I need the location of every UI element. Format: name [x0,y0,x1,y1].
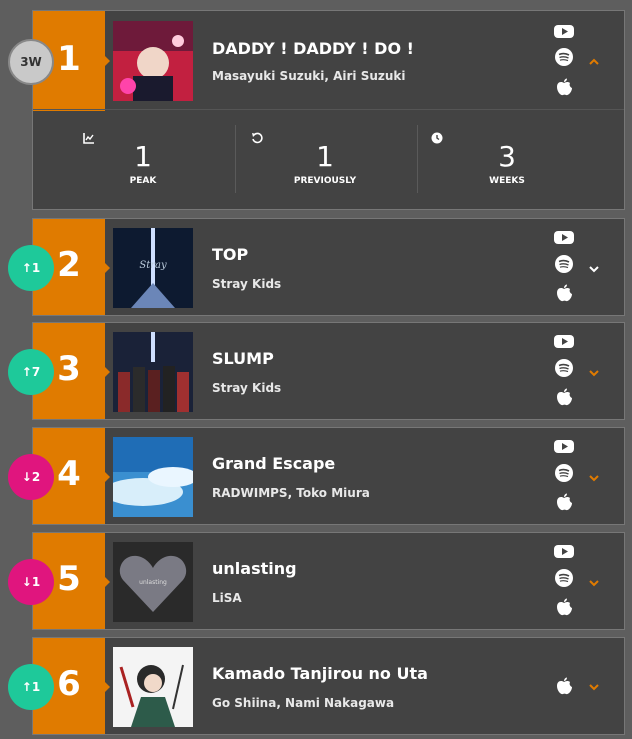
svg-text:Stray: Stray [139,260,167,271]
apple-icon[interactable] [553,676,575,696]
status-badge: ↓1 [8,559,54,605]
youtube-icon[interactable] [553,331,575,351]
song-artist[interactable]: RADWIMPS, Toko Miura [212,486,370,500]
stat-value: 1 [134,140,152,173]
album-cover [113,21,193,101]
song-title[interactable]: Kamado Tanjirou no Uta [212,664,428,683]
chart-entry[interactable]: 1 DADDY ! DADDY ! DO ! Masayuki Suzuki, … [32,10,625,210]
chevron-down-icon[interactable] [587,576,601,590]
chart-entry[interactable]: 2 Stray TOP Stray Kids [32,218,625,316]
chart-entry[interactable]: 4 Grand Escape RADWIMPS, Toko Miura [32,427,625,525]
chevron-down-icon[interactable] [587,471,601,485]
spotify-icon[interactable] [553,358,575,378]
chevron-down-icon[interactable] [587,366,601,380]
album-cover: Stray [113,228,193,308]
chart-entry[interactable]: 6 Kamado Tanjirou no Uta Go Shiina, Nami… [32,637,625,735]
album-cover [113,647,193,727]
rank-arrow [105,263,110,273]
spotify-icon[interactable] [553,254,575,274]
status-badge: ↑1 [8,664,54,710]
apple-icon[interactable] [553,283,575,303]
song-artist[interactable]: LiSA [212,591,242,605]
song-artist[interactable]: Stray Kids [212,277,281,291]
spotify-icon[interactable] [553,463,575,483]
song-title[interactable]: SLUMP [212,349,274,368]
song-artist[interactable]: Go Shiina, Nami Nakagawa [212,696,394,710]
status-badge: ↑7 [8,349,54,395]
stats-panel: 1 PEAK 1 PREVIOUSLY 3 WEEKS [33,109,624,210]
chevron-up-icon[interactable] [587,55,601,69]
apple-icon[interactable] [553,77,575,97]
stat-label: WEEKS [489,176,525,186]
song-title[interactable]: TOP [212,245,248,264]
song-artist[interactable]: Masayuki Suzuki, Airi Suzuki [212,69,406,83]
rank-arrow [105,56,110,66]
stat-label: PEAK [129,176,157,186]
album-cover: unlasting [113,542,193,622]
stat-value: 1 [316,140,334,173]
chevron-down-icon[interactable] [587,680,601,694]
chart-entry[interactable]: 5 unlasting unlasting LiSA [32,532,625,630]
svg-text:unlasting: unlasting [139,579,167,586]
song-title[interactable]: Grand Escape [212,454,335,473]
song-title[interactable]: unlasting [212,559,297,578]
song-title[interactable]: DADDY ! DADDY ! DO ! [212,39,414,58]
stat-value: 3 [498,140,516,173]
chevron-down-icon[interactable] [587,262,601,276]
youtube-icon[interactable] [553,21,575,41]
apple-icon[interactable] [553,597,575,617]
stat-previously: 1 PREVIOUSLY [235,110,415,210]
album-cover [113,332,193,412]
album-cover [113,437,193,517]
spotify-icon[interactable] [553,47,575,67]
spotify-icon[interactable] [553,568,575,588]
rank-arrow [105,472,110,482]
rank-arrow [105,577,110,587]
stat-label: PREVIOUSLY [293,176,357,186]
chart-entry[interactable]: 3 SLUMP Stray Kids [32,322,625,420]
youtube-icon[interactable] [553,227,575,247]
status-badge: ↓2 [8,454,54,500]
rank-arrow [105,367,110,377]
status-badge: 3W [8,39,54,85]
youtube-icon[interactable] [553,436,575,456]
youtube-icon[interactable] [553,541,575,561]
apple-icon[interactable] [553,492,575,512]
stat-weeks: 3 WEEKS [417,110,597,210]
status-badge: ↑1 [8,245,54,291]
song-artist[interactable]: Stray Kids [212,381,281,395]
stat-peak: 1 PEAK [53,110,233,210]
apple-icon[interactable] [553,387,575,407]
rank-arrow [105,682,110,692]
